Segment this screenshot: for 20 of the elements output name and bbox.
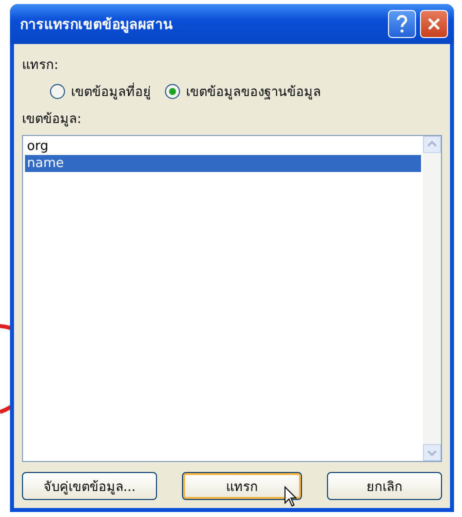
window-title: การแทรกเขตข้อมูลผสาน	[20, 16, 174, 35]
list-item[interactable]: name	[25, 155, 421, 172]
radio-label: เขตข้อมูลของฐานข้อมูล	[186, 84, 321, 102]
help-button[interactable]	[388, 10, 416, 38]
radio-option[interactable]: เขตข้อมูลของฐานข้อมูล	[165, 81, 321, 102]
dialog-button[interactable]: ยกเลิก	[327, 472, 442, 500]
help-icon	[396, 15, 408, 33]
scroll-up-icon[interactable]	[423, 136, 441, 153]
scroll-down-icon[interactable]	[423, 444, 441, 461]
dialog-button[interactable]: แทรก	[182, 472, 302, 500]
close-icon	[427, 17, 441, 31]
radio-option[interactable]: เขตข้อมูลที่อยู่	[50, 81, 151, 102]
scroll-bar[interactable]	[423, 136, 441, 461]
dialog-button[interactable]: จับคู่เขตข้อมูล...	[22, 472, 157, 500]
radio-label: เขตข้อมูลที่อยู่	[71, 81, 151, 102]
insert-label: แทรก:	[22, 57, 60, 75]
cursor-icon	[284, 486, 298, 508]
list-item[interactable]: org	[25, 138, 421, 155]
close-button[interactable]	[420, 10, 448, 38]
fields-label: เขตข้อมูล:	[22, 111, 82, 129]
